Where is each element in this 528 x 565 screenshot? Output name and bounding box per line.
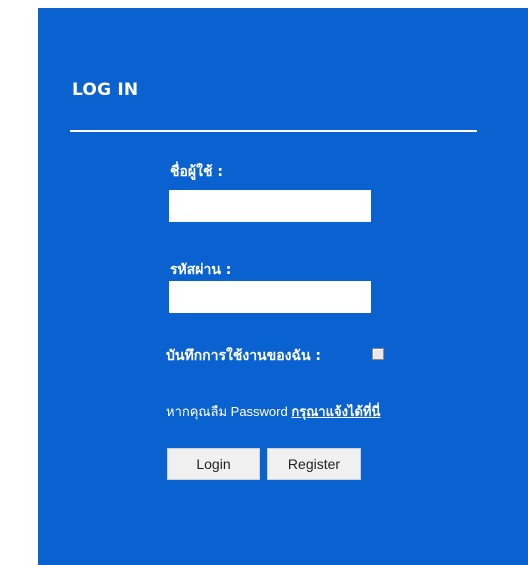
password-input[interactable]	[169, 281, 371, 313]
title-divider	[70, 130, 477, 132]
register-button[interactable]: Register	[267, 448, 361, 480]
forgot-password-text: หากคุณลืม Password กรุณาแจ้งได้ที่นี่	[166, 401, 380, 422]
username-input[interactable]	[169, 190, 371, 222]
forgot-password-prefix: หากคุณลืม Password	[166, 404, 288, 419]
username-label: ชื่อผู้ใช้ :	[170, 164, 223, 180]
login-panel: LOG IN ชื่อผู้ใช้ : รหัสผ่าน : บันทึกการ…	[38, 8, 528, 565]
password-label: รหัสผ่าน :	[170, 262, 232, 278]
login-button[interactable]: Login	[167, 448, 260, 480]
forgot-password-link[interactable]: กรุณาแจ้งได้ที่นี่	[291, 404, 380, 419]
remember-checkbox[interactable]	[372, 348, 384, 360]
remember-label: บันทึกการใช้งานของฉัน :	[166, 348, 322, 364]
login-title: LOG IN	[72, 80, 139, 100]
